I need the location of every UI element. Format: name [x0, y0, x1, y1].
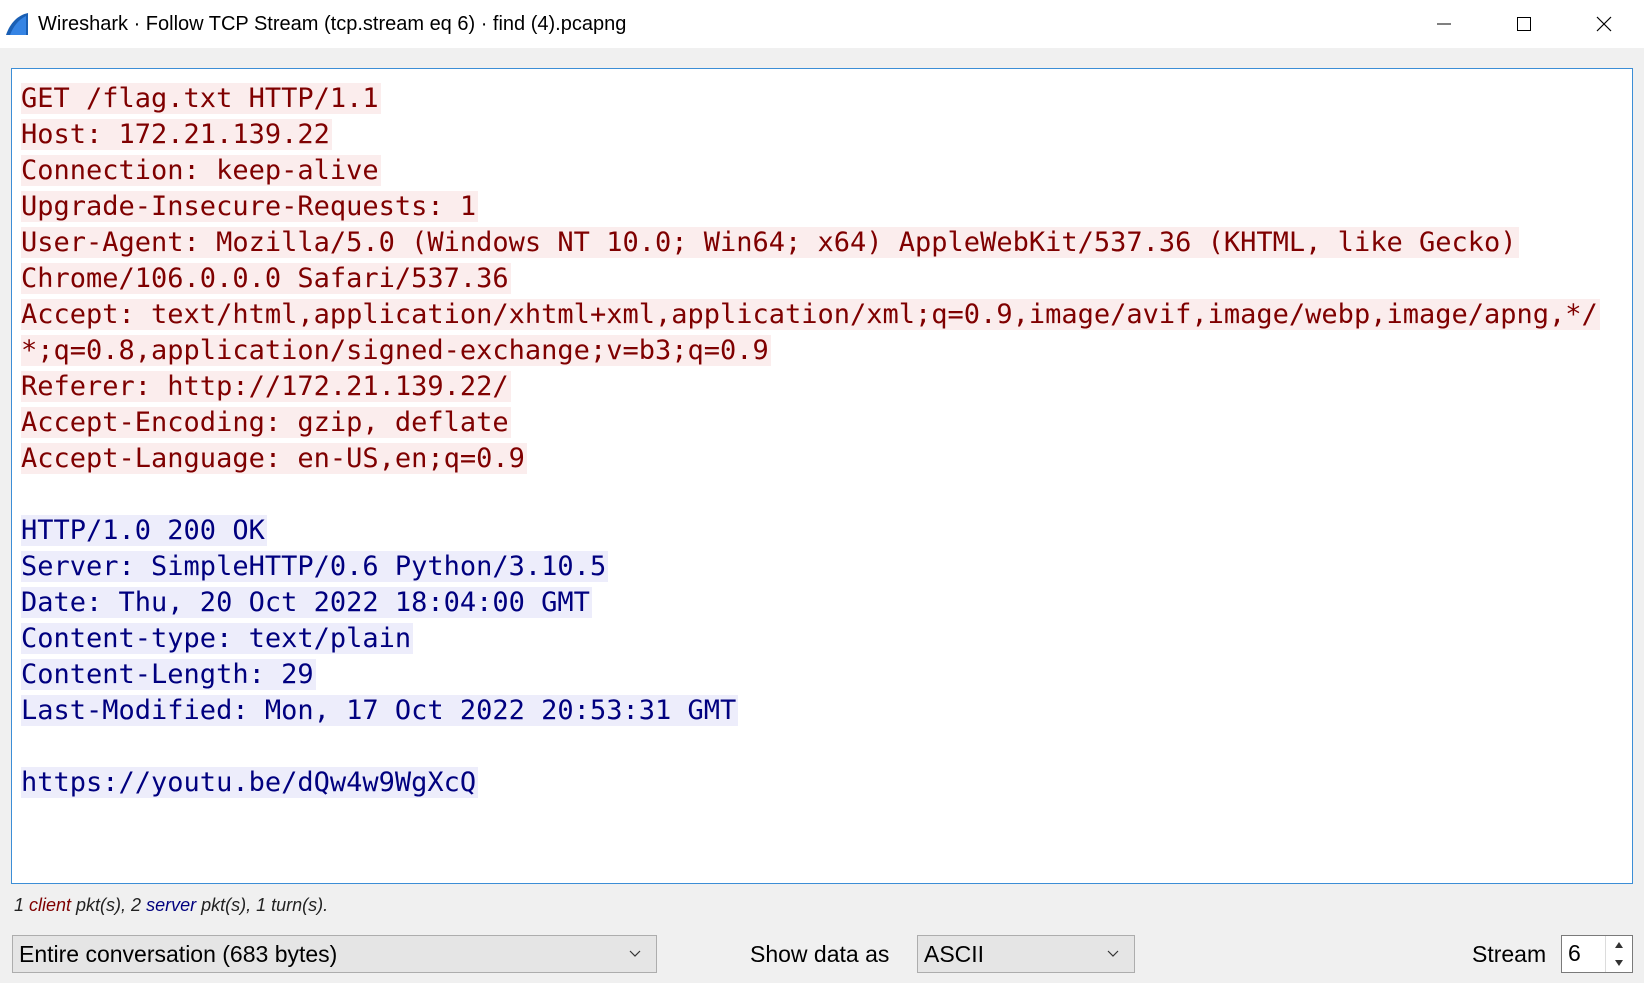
- follow-tcp-stream-window: Wireshark · Follow TCP Stream (tcp.strea…: [0, 0, 1644, 983]
- client-line: Accept-Language: en-US,en;q=0.9: [21, 443, 527, 474]
- minimize-button[interactable]: [1404, 0, 1484, 48]
- spin-buttons: [1605, 936, 1632, 972]
- client-line: Accept-Encoding: gzip, deflate: [21, 407, 511, 438]
- close-icon: [1596, 16, 1612, 32]
- stream-label: Stream: [1472, 941, 1547, 967]
- window-title: Wireshark · Follow TCP Stream (tcp.strea…: [38, 12, 627, 35]
- client-line: Host: 172.21.139.22: [21, 119, 332, 150]
- client-line: Referer: http://172.21.139.22/: [21, 371, 511, 402]
- client-line: *;q=0.8,application/signed-exchange;v=b3…: [21, 335, 771, 366]
- conversation-select[interactable]: Entire conversation (683 bytes): [12, 935, 657, 973]
- server-word: server: [146, 895, 197, 915]
- maximize-icon: [1517, 17, 1531, 31]
- spin-up-button[interactable]: [1606, 936, 1632, 954]
- maximize-button[interactable]: [1484, 0, 1564, 48]
- client-line: Accept: text/html,application/xhtml+xml,…: [21, 299, 1600, 330]
- server-body-line: https://youtu.be/dQw4w9WgXcQ: [21, 767, 479, 798]
- window-controls: [1404, 0, 1644, 48]
- spin-down-button[interactable]: [1606, 954, 1632, 972]
- triangle-down-icon: [1615, 960, 1623, 966]
- chevron-down-icon: [629, 950, 641, 957]
- server-line: Content-type: text/plain: [21, 623, 414, 654]
- server-line: Last-Modified: Mon, 17 Oct 2022 20:53:31…: [21, 695, 739, 726]
- stream-number-value: 6: [1568, 940, 1581, 966]
- client-line: Chrome/106.0.0.0 Safari/537.36: [21, 263, 511, 294]
- wireshark-fin-icon: [4, 11, 30, 37]
- show-data-select[interactable]: ASCII: [917, 935, 1135, 973]
- chevron-down-icon: [1107, 950, 1119, 957]
- server-line: Date: Thu, 20 Oct 2022 18:04:00 GMT: [21, 587, 592, 618]
- client-line: Upgrade-Insecure-Requests: 1: [21, 191, 479, 222]
- show-data-select-value: ASCII: [924, 940, 985, 967]
- minimize-icon: [1437, 23, 1451, 25]
- conversation-select-value: Entire conversation (683 bytes): [19, 940, 338, 967]
- stream-number-spinbox[interactable]: 6: [1561, 935, 1633, 973]
- server-line: Server: SimpleHTTP/0.6 Python/3.10.5: [21, 551, 609, 582]
- client-line: User-Agent: Mozilla/5.0 (Windows NT 10.0…: [21, 227, 1519, 258]
- server-line: HTTP/1.0 200 OK: [21, 515, 267, 546]
- stream-text-area[interactable]: GET /flag.txt HTTP/1.1 Host: 172.21.139.…: [11, 68, 1633, 884]
- client-line: GET /flag.txt HTTP/1.1: [21, 83, 381, 114]
- show-data-label: Show data as: [750, 941, 890, 967]
- close-button[interactable]: [1564, 0, 1644, 48]
- client-word: client: [29, 895, 72, 915]
- server-line: Content-Length: 29: [21, 659, 316, 690]
- triangle-up-icon: [1615, 942, 1623, 948]
- client-line: Connection: keep-alive: [21, 155, 381, 186]
- title-bar: Wireshark · Follow TCP Stream (tcp.strea…: [0, 0, 1644, 48]
- packet-summary: 1 client pkt(s), 2 server pkt(s), 1 turn…: [14, 895, 329, 915]
